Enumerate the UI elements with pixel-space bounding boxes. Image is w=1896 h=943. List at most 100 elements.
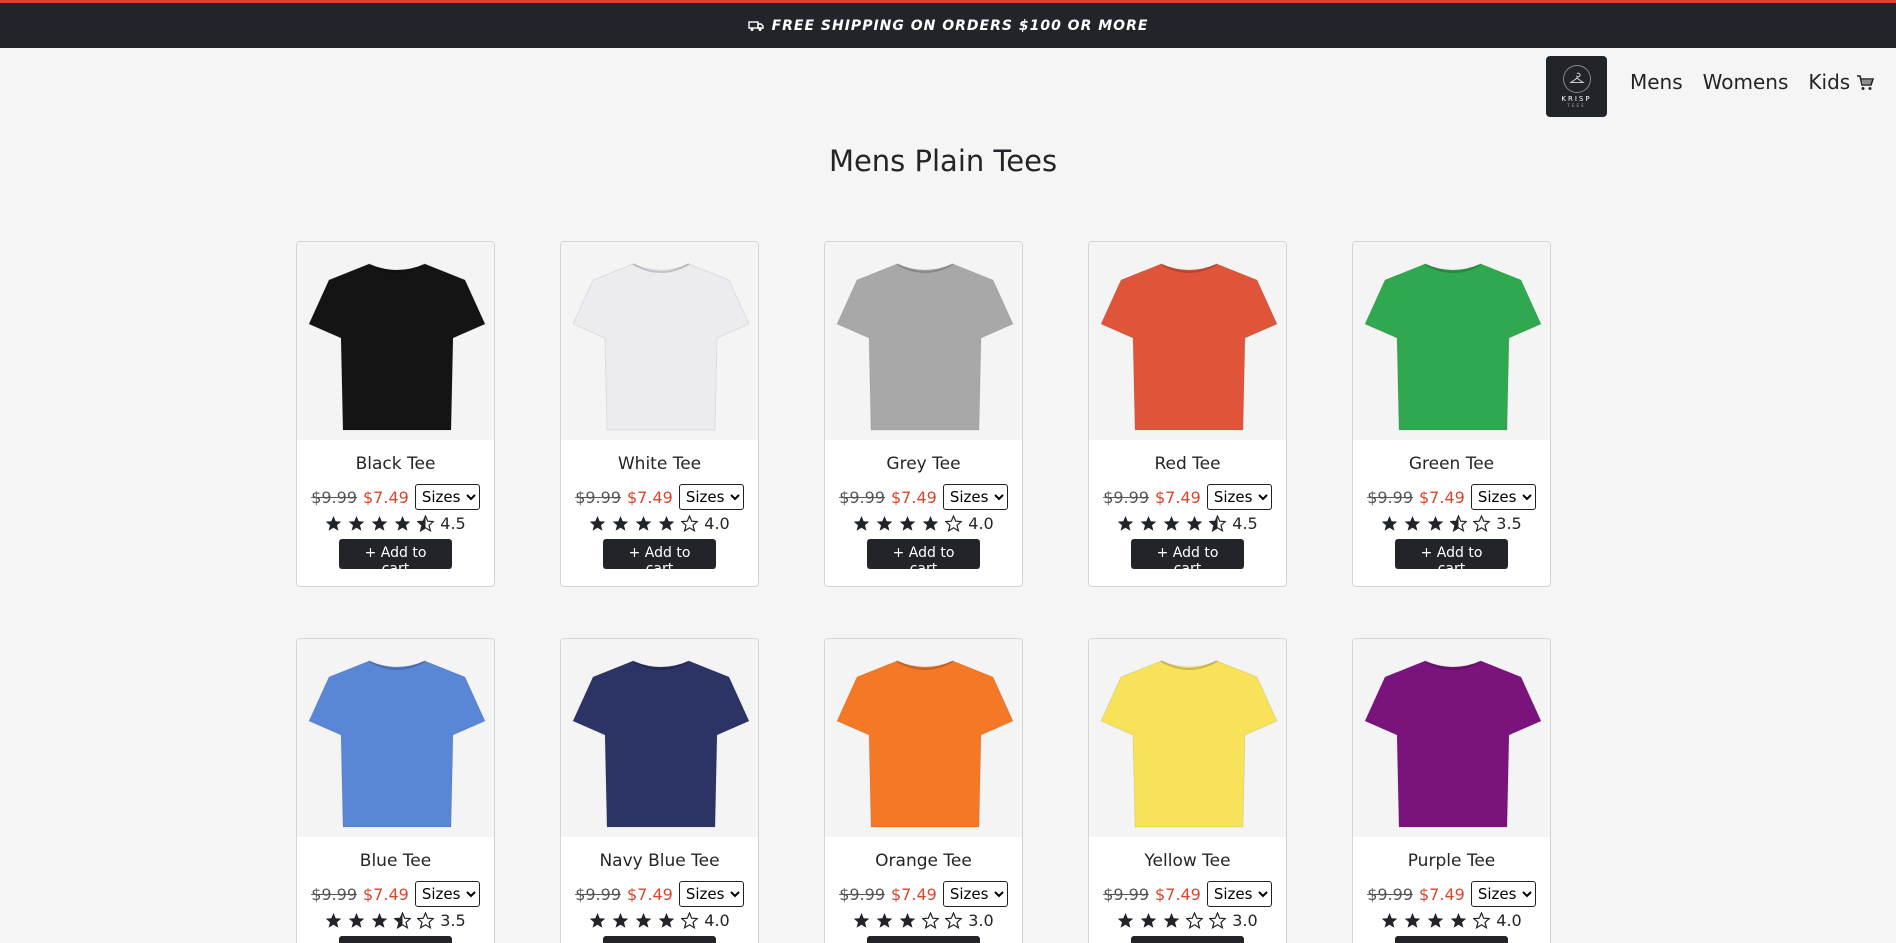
star-icon: [1163, 913, 1180, 928]
add-to-cart-button[interactable]: + Add to cart: [603, 539, 716, 577]
star-icon: [1450, 913, 1467, 928]
size-select[interactable]: Sizes: [1470, 484, 1536, 510]
star-icon: [325, 516, 342, 531]
product-image[interactable]: [561, 639, 758, 837]
star-icon: [876, 516, 893, 531]
size-select[interactable]: Sizes: [414, 484, 480, 510]
product-name[interactable]: Orange Tee: [825, 851, 1022, 873]
star-icon: [899, 516, 916, 531]
rating-row: 4.5: [297, 514, 494, 533]
original-price: $9.99: [1367, 884, 1413, 904]
rating-stars: [589, 912, 699, 929]
add-to-cart-button[interactable]: + Add to cart: [339, 936, 452, 943]
add-to-cart-button[interactable]: + Add to cart: [339, 539, 452, 577]
product-name[interactable]: Grey Tee: [825, 454, 1022, 476]
star-icon: [1140, 516, 1157, 531]
rating-stars: [325, 515, 435, 532]
star-icon: [371, 516, 388, 531]
product-image[interactable]: [1353, 242, 1550, 440]
brand-name: KRISP: [1561, 95, 1592, 103]
product-image[interactable]: [825, 242, 1022, 440]
add-to-cart-button[interactable]: + Add to cart: [867, 539, 980, 577]
add-to-cart-button[interactable]: + Add to cart: [1395, 936, 1508, 943]
size-select[interactable]: Sizes: [414, 881, 480, 907]
star-empty-icon: [1209, 912, 1227, 929]
star-icon: [1381, 913, 1398, 928]
product-image[interactable]: [1089, 639, 1286, 837]
star-icon: [394, 516, 411, 531]
nav-link-mens[interactable]: Mens: [1630, 70, 1683, 94]
rating-value: 4.5: [1232, 514, 1258, 533]
original-price: $9.99: [1367, 487, 1413, 507]
brand-subtitle: TEES: [1567, 103, 1586, 108]
nav-link-womens[interactable]: Womens: [1703, 70, 1789, 94]
product-image[interactable]: [297, 242, 494, 440]
product-name[interactable]: Yellow Tee: [1089, 851, 1286, 873]
star-half-icon: [394, 912, 412, 929]
product-image[interactable]: [561, 242, 758, 440]
rating-row: 4.5: [1089, 514, 1286, 533]
nav-links: Mens Womens Kids: [1630, 70, 1850, 94]
sale-price: $7.49: [1155, 487, 1201, 507]
add-to-cart-button[interactable]: + Add to cart: [1131, 936, 1244, 943]
add-to-cart-button[interactable]: + Add to cart: [867, 936, 980, 943]
size-select[interactable]: Sizes: [1470, 881, 1536, 907]
star-icon: [853, 516, 870, 531]
size-select[interactable]: Sizes: [678, 484, 744, 510]
product-name[interactable]: Navy Blue Tee: [561, 851, 758, 873]
star-icon: [371, 913, 388, 928]
tshirt-image: [1099, 263, 1278, 431]
price-row: $9.99 $7.49 Sizes: [297, 484, 494, 510]
add-to-cart-button[interactable]: + Add to cart: [603, 936, 716, 943]
size-select[interactable]: Sizes: [942, 484, 1008, 510]
add-to-cart-button[interactable]: + Add to cart: [1395, 539, 1508, 577]
product-name[interactable]: Blue Tee: [297, 851, 494, 873]
product-name[interactable]: White Tee: [561, 454, 758, 476]
price-row: $9.99 $7.49 Sizes: [561, 484, 758, 510]
price-row: $9.99 $7.49 Sizes: [297, 881, 494, 907]
star-icon: [348, 913, 365, 928]
rating-stars: [589, 515, 699, 532]
product-name[interactable]: Red Tee: [1089, 454, 1286, 476]
price-row: $9.99 $7.49 Sizes: [1089, 484, 1286, 510]
star-icon: [1404, 516, 1421, 531]
size-select[interactable]: Sizes: [1206, 881, 1272, 907]
product-card: Red Tee $9.99 $7.49 Sizes 4.5 + Add to c…: [1088, 241, 1287, 587]
product-image[interactable]: [1353, 639, 1550, 837]
product-image[interactable]: [825, 639, 1022, 837]
star-icon: [1163, 516, 1180, 531]
product-name[interactable]: Purple Tee: [1353, 851, 1550, 873]
nav-link-kids[interactable]: Kids: [1808, 70, 1850, 94]
size-select[interactable]: Sizes: [678, 881, 744, 907]
star-icon: [635, 516, 652, 531]
price-row: $9.99 $7.49 Sizes: [825, 484, 1022, 510]
star-empty-icon: [681, 515, 699, 532]
product-name[interactable]: Black Tee: [297, 454, 494, 476]
star-icon: [1140, 913, 1157, 928]
add-to-cart-button[interactable]: + Add to cart: [1131, 539, 1244, 577]
product-name[interactable]: Green Tee: [1353, 454, 1550, 476]
product-card: Blue Tee $9.99 $7.49 Sizes 3.5 + Add to …: [296, 638, 495, 943]
rating-value: 3.0: [968, 911, 994, 930]
tshirt-image: [1363, 263, 1542, 431]
sale-price: $7.49: [891, 487, 937, 507]
cart-icon[interactable]: [1856, 74, 1874, 92]
size-select[interactable]: Sizes: [942, 881, 1008, 907]
tshirt-image: [307, 660, 486, 828]
rating-value: 4.0: [1496, 911, 1522, 930]
rating-stars: [1381, 912, 1491, 929]
product-image[interactable]: [297, 639, 494, 837]
brand-logo[interactable]: KRISP TEES: [1546, 56, 1607, 117]
original-price: $9.99: [575, 487, 621, 507]
rating-row: 3.0: [1089, 911, 1286, 930]
product-card: Black Tee $9.99 $7.49 Sizes 4.5 + Add to…: [296, 241, 495, 587]
rating-row: 4.0: [561, 514, 758, 533]
product-image[interactable]: [1089, 242, 1286, 440]
star-icon: [658, 516, 675, 531]
product-card: Orange Tee $9.99 $7.49 Sizes 3.0 + Add t…: [824, 638, 1023, 943]
rating-row: 3.0: [825, 911, 1022, 930]
size-select[interactable]: Sizes: [1206, 484, 1272, 510]
product-card: Grey Tee $9.99 $7.49 Sizes 4.0 + Add to …: [824, 241, 1023, 587]
star-half-icon: [1450, 515, 1468, 532]
star-icon: [1427, 516, 1444, 531]
